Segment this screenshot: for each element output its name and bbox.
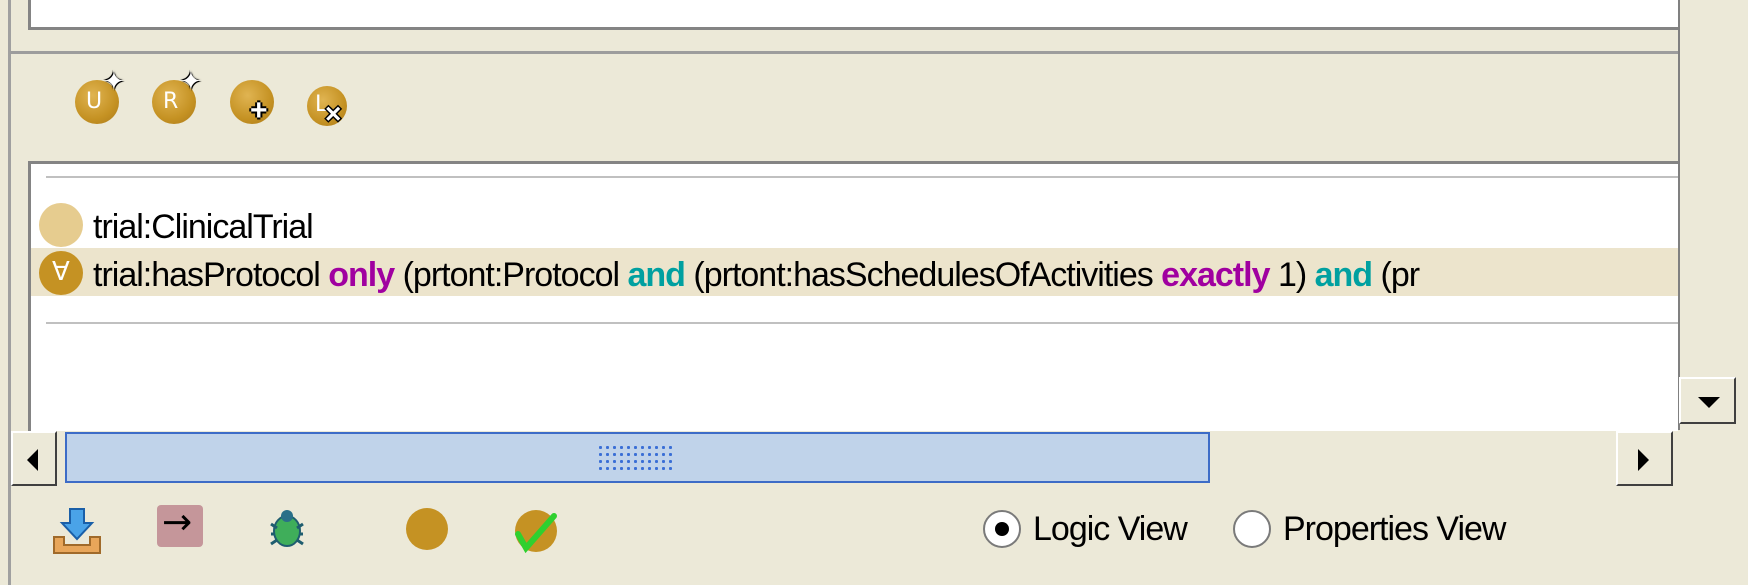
class-expression-list[interactable]: trial:ClinicalTrial ∀ trial:hasProtocol … (28, 161, 1678, 431)
arrow-right-icon: → (162, 502, 193, 543)
restriction-class-icon: ∀ (39, 251, 83, 295)
plus-icon: + (250, 94, 268, 127)
class-name: trial:ClinicalTrial (93, 208, 314, 246)
check-consistency-button[interactable] (512, 508, 560, 556)
class-button[interactable] (406, 508, 448, 550)
go-to-button[interactable]: → (157, 505, 203, 547)
forall-icon: ∀ (52, 257, 70, 287)
named-class-icon (39, 203, 83, 247)
properties-view-radio[interactable] (1233, 510, 1271, 548)
bug-icon (270, 510, 304, 547)
union-letter: U (86, 89, 103, 114)
restriction-letter: R (163, 89, 179, 114)
remove-class-button[interactable]: L × (307, 86, 347, 129)
keyword-exactly: exactly (1161, 256, 1270, 294)
class-expression: trial:hasProtocol only (prtont:Protocol … (93, 256, 1421, 295)
radio-selected-dot (995, 522, 1009, 536)
add-class-button[interactable]: + (230, 80, 274, 127)
grip-icon (597, 444, 673, 474)
keyword-and: and (627, 256, 685, 294)
checkmark-icon (515, 510, 557, 554)
list-item-selected[interactable]: ∀ trial:hasProtocol only (prtont:Protoco… (31, 248, 1678, 296)
panel-divider[interactable] (10, 51, 1678, 54)
properties-view-label[interactable]: Properties View (1283, 510, 1506, 549)
arrow-right-icon (1638, 449, 1649, 471)
import-button[interactable] (50, 505, 106, 557)
debug-button[interactable] (265, 506, 309, 550)
expr-part: (prtont:Protocol (394, 256, 628, 294)
expr-part: (pr (1372, 256, 1421, 294)
arrow-left-icon (27, 449, 38, 471)
download-tray-icon (53, 508, 101, 554)
left-frame-border (8, 0, 11, 585)
arrow-down-icon (1698, 397, 1720, 408)
add-restriction-class-button[interactable]: R ✦ (152, 68, 202, 124)
expr-prefix: trial:hasProtocol (93, 256, 329, 294)
scroll-thumb[interactable] (65, 432, 1210, 483)
keyword-only: only (328, 256, 395, 294)
upper-panel (28, 0, 1681, 30)
logic-view-radio[interactable] (983, 510, 1021, 548)
horizontal-scrollbar[interactable] (11, 431, 1673, 486)
logic-view-label[interactable]: Logic View (1033, 510, 1188, 549)
sparkle-icon: ✦ (180, 66, 202, 96)
expr-part: 1) (1269, 256, 1315, 294)
add-union-class-button[interactable]: U ✦ (75, 68, 125, 124)
keyword-and: and (1314, 256, 1373, 294)
list-separator (46, 176, 1678, 178)
delete-x-icon: × (325, 98, 342, 129)
sparkle-icon: ✦ (103, 66, 125, 96)
scroll-right-button[interactable] (1616, 431, 1673, 486)
vertical-scrollbar[interactable] (1678, 0, 1740, 430)
expr-part: (prtont:hasSchedulesOfActivities (684, 256, 1162, 294)
list-separator (46, 322, 1678, 324)
scroll-left-button[interactable] (11, 431, 57, 486)
list-item[interactable]: trial:ClinicalTrial (31, 200, 1678, 248)
scroll-down-button[interactable] (1679, 377, 1736, 424)
